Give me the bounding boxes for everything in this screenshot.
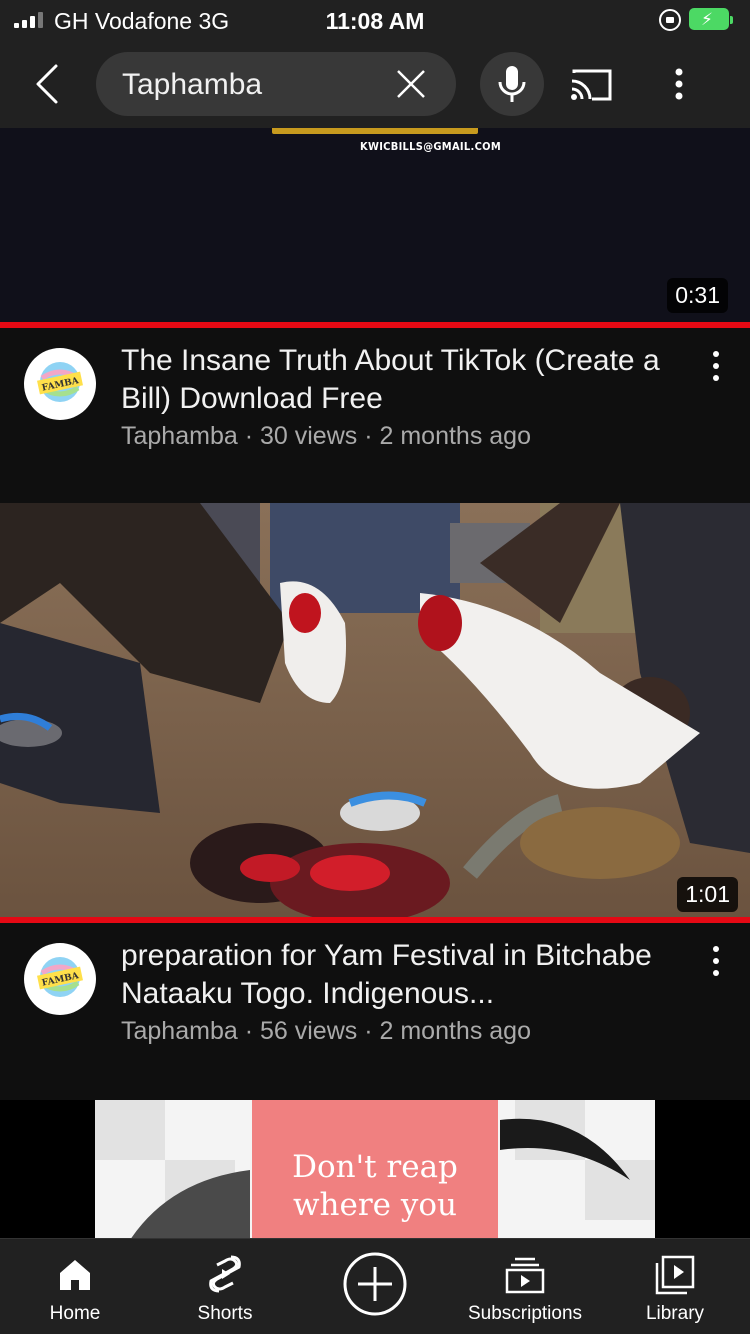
video-title[interactable]: The Insane Truth About TikTok (Create a … — [121, 342, 681, 418]
video-thumbnail[interactable]: Don't reap where you — [0, 1100, 750, 1238]
video-metadata: Taphamba · 56 views · 2 months ago — [121, 1017, 531, 1046]
create-icon — [343, 1252, 407, 1316]
bottom-navigation: Home Shorts Subscriptions Library — [0, 1238, 750, 1334]
battery-charging-icon: ⚡ — [689, 8, 733, 30]
nav-shorts[interactable]: Shorts — [150, 1239, 300, 1334]
status-time: 11:08 AM — [325, 8, 425, 34]
shorts-icon — [209, 1255, 241, 1293]
video-info[interactable]: FAMBA preparation for Yam Festival in Bi… — [0, 923, 750, 1083]
library-icon — [655, 1255, 695, 1295]
search-query-text[interactable]: Taphamba — [122, 68, 262, 102]
clear-search-icon[interactable] — [394, 67, 428, 101]
video-thumbnail[interactable]: 1:01 — [0, 503, 750, 917]
nav-label: Library — [645, 1303, 705, 1324]
more-options-icon[interactable] — [664, 66, 694, 102]
thumbnail-email-text: KWICBILLS@GMAIL.COM — [360, 140, 501, 153]
rotation-lock-icon — [659, 9, 681, 31]
nav-home[interactable]: Home — [0, 1239, 150, 1334]
view-count: 56 views — [259, 1017, 358, 1045]
view-count: 30 views — [259, 422, 358, 450]
separator: · — [244, 1017, 254, 1045]
nav-label: Home — [49, 1303, 101, 1324]
channel-avatar[interactable]: FAMBA — [24, 943, 96, 1015]
nav-label: Shorts — [197, 1303, 253, 1324]
cast-icon[interactable] — [570, 67, 614, 103]
subscriptions-icon — [505, 1257, 545, 1294]
thumbnail-text: Don't reap where you — [292, 1149, 458, 1223]
famba-logo-icon: FAMBA — [26, 945, 94, 1013]
nav-label: Subscriptions — [467, 1303, 583, 1324]
nav-library[interactable]: Library — [600, 1239, 750, 1334]
nav-create[interactable] — [300, 1239, 450, 1334]
thumbnail-brand-graphic — [272, 128, 478, 134]
separator: · — [364, 422, 373, 450]
separator: · — [244, 422, 254, 450]
video-info[interactable]: FAMBA The Insane Truth About TikTok (Cre… — [0, 328, 750, 488]
duration-badge: 0:31 — [667, 278, 728, 313]
video-thumbnail[interactable]: KWICBILLS@GMAIL.COM 0:31 — [0, 128, 750, 322]
search-input[interactable]: Taphamba — [96, 52, 456, 116]
video-metadata: Taphamba · 30 views · 2 months ago — [121, 422, 531, 451]
thumbnail-image — [0, 503, 750, 917]
video-menu-icon[interactable] — [702, 348, 730, 384]
upload-age: 2 months ago — [379, 422, 531, 450]
video-title[interactable]: preparation for Yam Festival in Bitchabe… — [121, 937, 681, 1013]
nav-subscriptions[interactable]: Subscriptions — [450, 1239, 600, 1334]
channel-name[interactable]: Taphamba — [121, 1017, 238, 1045]
voice-search-button[interactable] — [480, 52, 544, 116]
duration-badge: 1:01 — [677, 877, 738, 912]
search-results-feed: KWICBILLS@GMAIL.COM 0:31 FAMBA The Insan… — [0, 128, 750, 1238]
separator: · — [364, 1017, 373, 1045]
channel-avatar[interactable]: FAMBA — [24, 348, 96, 420]
microphone-icon — [498, 66, 526, 102]
famba-logo-icon: FAMBA — [26, 350, 94, 418]
channel-name[interactable]: Taphamba — [121, 422, 238, 450]
home-icon — [60, 1260, 90, 1290]
video-menu-icon[interactable] — [702, 943, 730, 979]
upload-age: 2 months ago — [379, 1017, 531, 1045]
status-bar: GH Vodafone 3G 11:08 AM ⚡ — [0, 0, 750, 40]
back-arrow-icon[interactable] — [30, 62, 66, 106]
search-header: Taphamba — [0, 40, 750, 128]
